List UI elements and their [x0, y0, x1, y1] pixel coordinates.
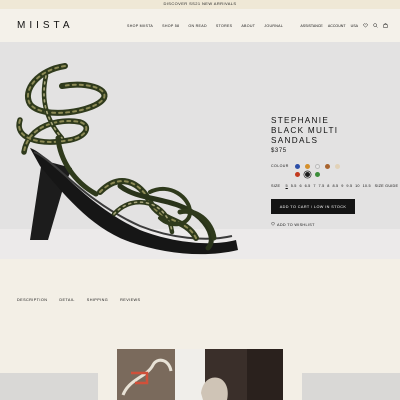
- announcement-bar[interactable]: DISCOVER SS21 NEW ARRIVALS: [0, 0, 400, 9]
- announcement-text[interactable]: DISCOVER SS21 NEW ARRIVALS: [0, 1, 400, 6]
- size-option[interactable]: 6.5: [305, 184, 311, 188]
- size-option[interactable]: 6: [299, 184, 301, 188]
- product-hero: STEPHANIE BLACK MULTI SANDALS $375 COLOU…: [0, 42, 400, 259]
- bag-icon[interactable]: [383, 23, 388, 28]
- colour-swatch-cream[interactable]: [335, 164, 340, 169]
- size-option[interactable]: 9: [341, 184, 343, 188]
- heart-icon[interactable]: [363, 23, 368, 28]
- add-to-wishlist-link[interactable]: ADD TO WISHLIST: [271, 222, 315, 227]
- product-title: STEPHANIE BLACK MULTI SANDALS: [271, 116, 391, 146]
- colour-swatch-white[interactable]: [315, 164, 320, 169]
- account-link[interactable]: ACCOUNT: [328, 24, 346, 28]
- gallery-image-right[interactable]: [302, 373, 400, 400]
- size-guide-link[interactable]: SIZE GUIDE: [375, 184, 399, 188]
- product-price: $375: [271, 148, 287, 154]
- product-title-line-3: SANDALS: [271, 136, 319, 145]
- wishlist-label: ADD TO WISHLIST: [277, 222, 315, 227]
- colour-swatch-black[interactable]: [305, 172, 310, 177]
- nav-shop-miista[interactable]: SHOP MIISTA: [127, 24, 153, 28]
- colour-swatch-brown[interactable]: [325, 164, 330, 169]
- tab-reviews[interactable]: REVIEWS: [120, 298, 140, 302]
- tab-shipping[interactable]: SHIPPING: [87, 298, 108, 302]
- colour-swatch-orange[interactable]: [305, 164, 310, 169]
- nav-journal[interactable]: JOURNAL: [264, 24, 283, 28]
- size-option[interactable]: 7: [313, 184, 315, 188]
- search-icon[interactable]: [373, 23, 378, 28]
- colour-swatch-blue[interactable]: [295, 164, 300, 169]
- heart-icon: [271, 222, 275, 227]
- lifestyle-photo: [117, 349, 283, 400]
- size-selector: SIZE 5 5.5 6 6.5 7 7.5 8 8.5 9 9.5 10 10…: [271, 184, 400, 188]
- gallery-image-left[interactable]: [0, 373, 98, 400]
- colour-swatch-red[interactable]: [295, 172, 300, 177]
- size-option[interactable]: 5.5: [291, 184, 297, 188]
- product-info: STEPHANIE BLACK MULTI SANDALS $375 COLOU…: [271, 116, 398, 227]
- size-label: SIZE: [271, 184, 281, 188]
- product-image-sandal[interactable]: [0, 42, 260, 259]
- size-option[interactable]: 7.5: [319, 184, 325, 188]
- size-option[interactable]: 9.5: [346, 184, 352, 188]
- tab-description[interactable]: DESCRIPTION: [17, 298, 47, 302]
- main-nav: SHOP MIISTA SHOP 58 ON READ STORES ABOUT…: [127, 24, 283, 28]
- assistance-link[interactable]: ASSISTANCE: [300, 24, 323, 28]
- tab-detail[interactable]: DETAIL: [59, 298, 74, 302]
- site-header: MIISTA SHOP MIISTA SHOP 58 ON READ STORE…: [0, 9, 400, 42]
- size-option[interactable]: 8: [327, 184, 329, 188]
- size-option[interactable]: 10: [355, 184, 360, 188]
- utility-nav: ASSISTANCE ACCOUNT USA: [300, 23, 388, 28]
- nav-about[interactable]: ABOUT: [241, 24, 255, 28]
- nav-stores[interactable]: STORES: [216, 24, 233, 28]
- colour-label: COLOUR: [271, 164, 289, 168]
- colour-selector: COLOUR: [271, 164, 391, 178]
- product-title-line-2: BLACK MULTI: [271, 126, 339, 135]
- add-to-cart-button[interactable]: ADD TO CART / LOW IN STOCK: [271, 199, 355, 214]
- region-selector[interactable]: USA: [351, 24, 358, 28]
- colour-swatch-green[interactable]: [315, 172, 320, 177]
- nav-shop-58[interactable]: SHOP 58: [162, 24, 179, 28]
- logo[interactable]: MIISTA: [17, 20, 74, 31]
- product-title-line-1: STEPHANIE: [271, 116, 330, 125]
- product-tabs: DESCRIPTION DETAIL SHIPPING REVIEWS: [17, 298, 140, 302]
- size-option[interactable]: 5: [286, 184, 288, 188]
- size-option[interactable]: 10.5: [363, 184, 371, 188]
- nav-on-read[interactable]: ON READ: [188, 24, 206, 28]
- gallery-image-lifestyle[interactable]: [117, 349, 283, 400]
- size-option[interactable]: 8.5: [332, 184, 338, 188]
